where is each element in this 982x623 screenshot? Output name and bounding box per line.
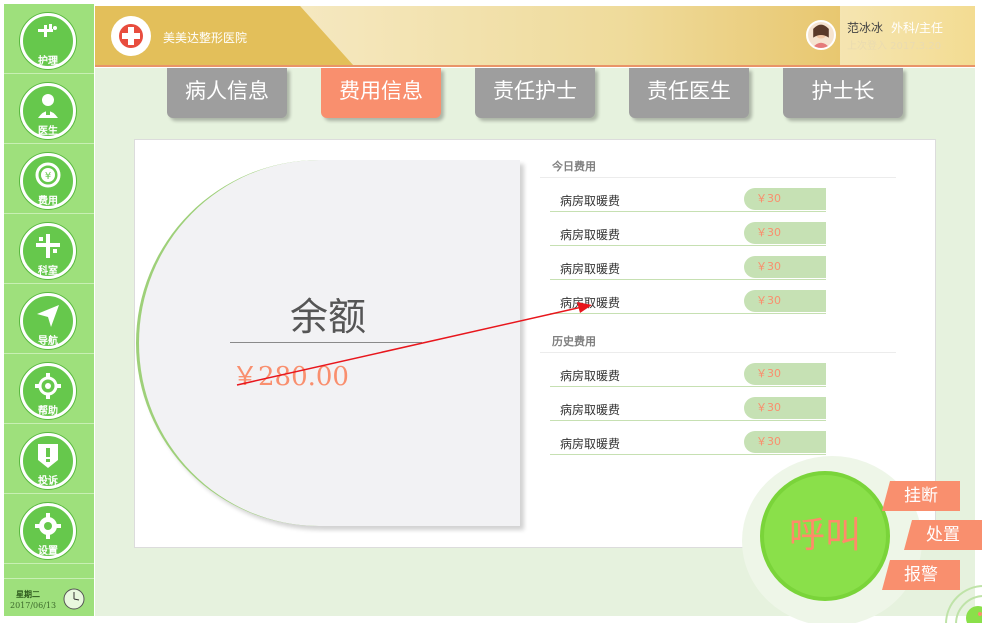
navigation-icon: 导航 (20, 293, 76, 349)
fee-name: 病房取暖费 (560, 296, 621, 310)
fee-name: 病房取暖费 (560, 194, 621, 208)
fee-price: ￥30 (744, 222, 826, 244)
tab-fee-info[interactable]: 费用信息 (321, 68, 441, 118)
header-highlight (300, 6, 840, 65)
sidebar-item-department[interactable]: 科室 (4, 216, 94, 284)
sidebar-item-label: 费用 (38, 196, 58, 207)
corner-decoration (945, 585, 982, 623)
balance-title: 余额 (290, 295, 367, 339)
user-department: 外科/主任 (891, 21, 944, 35)
fee-row[interactable]: 病房取暖费 ￥30 (550, 188, 826, 212)
sidebar-item-doctor[interactable]: 医生 (4, 76, 94, 144)
tab-head-nurse[interactable]: 护士长 (783, 68, 903, 118)
sidebar-item-settings[interactable]: 设置 (4, 496, 94, 564)
balance-card (136, 160, 520, 526)
fee-name: 病房取暖费 (560, 369, 621, 383)
help-icon: 帮助 (20, 363, 76, 419)
fee-row[interactable]: 病房取暖费 ￥30 (550, 256, 826, 280)
fee-row[interactable]: 病房取暖费 ￥30 (550, 222, 826, 246)
date-text: 2017/06/13 (10, 601, 57, 610)
top-strip (0, 0, 982, 4)
fee-row[interactable]: 病房取暖费 ￥30 (550, 431, 826, 455)
fee-price: ￥30 (744, 397, 826, 419)
section-divider (540, 177, 896, 178)
sidebar-item-label: 设置 (38, 546, 58, 557)
sidebar-item-label: 帮助 (38, 406, 58, 417)
user-avatar[interactable] (806, 20, 836, 50)
department-icon: 科室 (20, 223, 76, 279)
weekday: 星期二 (16, 590, 40, 599)
balance-amount: ￥280.00 (232, 362, 349, 392)
red-cross-icon (119, 24, 143, 48)
app-root: 护理 医生 ¥ 费用 科室 导航 帮助 投诉 设置 星期二 2017/06/13… (0, 0, 982, 623)
nursing-icon: 护理 (20, 13, 76, 69)
handle-button[interactable]: 处置 (904, 520, 982, 550)
sidebar-item-navigation[interactable]: 导航 (4, 286, 94, 354)
sidebar: 护理 医生 ¥ 费用 科室 导航 帮助 投诉 设置 星期二 2017/06/13 (4, 4, 94, 616)
header: 美美达整形医院 范冰冰 外科/主任 上次登入 2017.3.20 (95, 6, 975, 67)
fee-price: ￥30 (744, 290, 826, 312)
yen-icon: ¥ 费用 (20, 153, 76, 209)
sidebar-item-complaint[interactable]: 投诉 (4, 426, 94, 494)
sidebar-item-help[interactable]: 帮助 (4, 356, 94, 424)
fee-row[interactable]: 病房取暖费 ￥30 (550, 397, 826, 421)
user-name: 范冰冰 (847, 21, 884, 35)
call-button[interactable]: 呼叫 (760, 471, 890, 601)
tab-patient-info[interactable]: 病人信息 (167, 68, 287, 118)
section-divider (540, 352, 896, 353)
doctor-icon: 医生 (20, 83, 76, 139)
date-display: 星期二 2017/06/13 (4, 578, 94, 614)
fee-row[interactable]: 病房取暖费 ￥30 (550, 290, 826, 314)
hospital-logo (111, 16, 151, 56)
fee-price: ￥30 (744, 188, 826, 210)
today-fees-title: 今日费用 (552, 160, 596, 173)
history-fees-title: 历史费用 (552, 335, 596, 348)
balance-divider (230, 342, 422, 343)
gear-icon: 设置 (20, 503, 76, 559)
fee-row[interactable]: 病房取暖费 ￥30 (550, 363, 826, 387)
hang-up-button[interactable]: 挂断 (882, 481, 960, 511)
last-login: 上次登入 2017.3.20 (847, 41, 942, 52)
fee-name: 病房取暖费 (560, 262, 621, 276)
svg-text:¥: ¥ (45, 171, 51, 182)
fee-name: 病房取暖费 (560, 403, 621, 417)
sidebar-item-label: 科室 (38, 266, 58, 277)
clock-icon (63, 588, 85, 610)
sidebar-item-nursing[interactable]: 护理 (4, 6, 94, 74)
complaint-icon: 投诉 (20, 433, 76, 489)
sidebar-item-fees[interactable]: ¥ 费用 (4, 146, 94, 214)
sidebar-item-label: 投诉 (38, 476, 58, 487)
sidebar-item-label: 护理 (38, 56, 58, 67)
fee-price: ￥30 (744, 363, 826, 385)
fee-name: 病房取暖费 (560, 437, 621, 451)
tab-responsible-doctor[interactable]: 责任医生 (629, 68, 749, 118)
tab-responsible-nurse[interactable]: 责任护士 (475, 68, 595, 118)
fee-name: 病房取暖费 (560, 228, 621, 242)
sidebar-item-label: 医生 (38, 126, 58, 137)
hospital-name: 美美达整形医院 (163, 31, 248, 45)
fee-price: ￥30 (744, 431, 826, 453)
fee-price: ￥30 (744, 256, 826, 278)
sidebar-item-label: 导航 (38, 336, 58, 347)
